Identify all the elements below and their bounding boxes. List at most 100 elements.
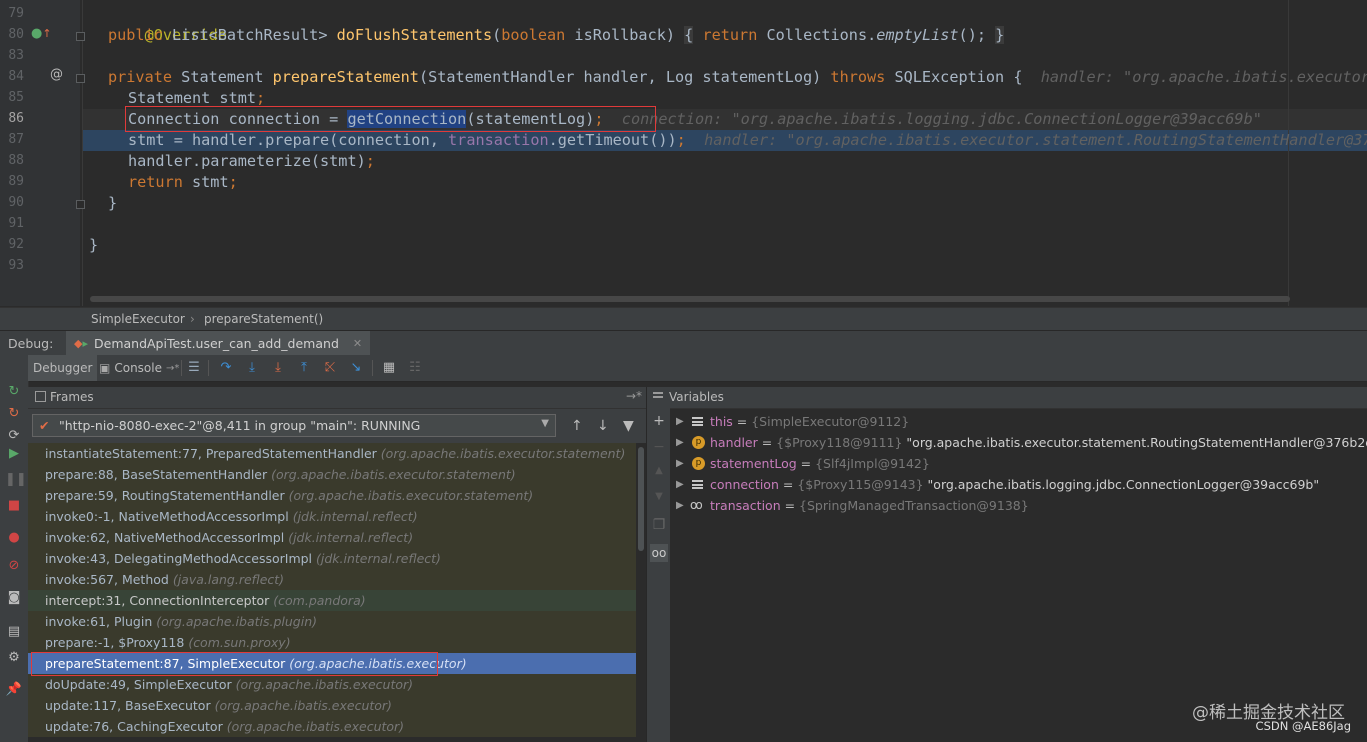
- frames-icon: [35, 391, 46, 402]
- step-out-icon[interactable]: ⤒: [295, 359, 313, 377]
- previous-frame-icon[interactable]: ↑: [571, 418, 583, 434]
- expand-arrow-icon[interactable]: ▶: [676, 474, 684, 495]
- frame-item[interactable]: prepare:59, RoutingStatementHandler (org…: [28, 485, 636, 506]
- pin-tab-icon[interactable]: →*: [626, 389, 642, 403]
- run-to-cursor-icon[interactable]: ↘: [347, 359, 365, 377]
- frame-item[interactable]: invoke0:-1, NativeMethodAccessorImpl (jd…: [28, 506, 636, 527]
- line-number: 92: [8, 237, 24, 252]
- debug-session-tab[interactable]: ◆▸ DemandApiTest.user_can_add_demand ✕: [66, 331, 371, 356]
- local-variable-icon: [692, 480, 703, 489]
- line-number: 90: [8, 195, 24, 210]
- resume-icon[interactable]: ▶: [5, 445, 23, 463]
- rerun-icon[interactable]: ↻: [5, 383, 23, 401]
- frame-item[interactable]: prepare:88, BaseStatementHandler (org.ap…: [28, 464, 636, 485]
- expand-arrow-icon[interactable]: ▶: [676, 495, 684, 516]
- frame-item[interactable]: update:76, CachingExecutor (org.apache.i…: [28, 716, 636, 737]
- line-number: 79: [8, 6, 24, 21]
- code-line-92: }: [89, 236, 99, 254]
- rerun-failed-icon[interactable]: ↻: [5, 405, 23, 423]
- code-line-89: return stmt;: [128, 173, 238, 191]
- line-number: 88: [8, 153, 24, 168]
- right-margin-guide: [1288, 0, 1289, 306]
- inline-debug-value: handler: "org.apache.ibatis.executor.sta…: [704, 131, 1367, 149]
- editor-horizontal-scrollbar[interactable]: [90, 296, 1290, 302]
- expand-arrow-icon[interactable]: ▶: [676, 411, 684, 432]
- variables-header: Variables: [647, 387, 1367, 409]
- close-icon[interactable]: ✕: [353, 337, 362, 350]
- force-step-into-icon[interactable]: ⤓: [269, 359, 287, 377]
- line-number: 80: [8, 27, 24, 42]
- gear-icon[interactable]: ⚙: [5, 649, 23, 667]
- line-number: 93: [8, 258, 24, 273]
- move-down-icon[interactable]: ▼: [650, 488, 668, 506]
- view-breakpoints-icon[interactable]: ●: [5, 529, 23, 547]
- line-number: 85: [8, 90, 24, 105]
- mute-breakpoints-icon[interactable]: ⊘: [5, 557, 23, 575]
- junit-icon: ◆▸: [74, 337, 88, 350]
- breadcrumb-method[interactable]: prepareStatement(): [204, 312, 323, 326]
- expand-arrow-icon[interactable]: ▶: [676, 432, 684, 453]
- tab-console[interactable]: ▣ Console →*: [94, 355, 184, 381]
- frame-item[interactable]: invoke:61, Plugin (org.apache.ibatis.plu…: [28, 611, 636, 632]
- variables-icon: [653, 392, 663, 398]
- move-up-icon[interactable]: ▲: [650, 462, 668, 480]
- checkmark-icon: ✔: [39, 418, 50, 433]
- frame-item[interactable]: doUpdate:49, SimpleExecutor (org.apache.…: [28, 674, 636, 695]
- remove-watch-icon[interactable]: −: [650, 438, 668, 456]
- code-line-80: public List<BatchResult> doFlushStatemen…: [108, 26, 1005, 44]
- frame-item[interactable]: update:117, BaseExecutor (org.apache.iba…: [28, 695, 636, 716]
- parameter-icon: p: [692, 457, 705, 470]
- debug-actions-strip: ↻ ↻ ⟳ ▶ ❚❚ ■ ● ⊘ ◙ ▤ ⚙ 📌: [0, 381, 29, 742]
- line-number: 89: [8, 174, 24, 189]
- thread-selector-row: ✔ "http-nio-8080-exec-2"@8,411 in group …: [28, 409, 646, 443]
- camera-icon[interactable]: ◙: [5, 589, 23, 607]
- frames-list[interactable]: instantiateStatement:77, PreparedStateme…: [28, 443, 636, 742]
- annotation-at-icon[interactable]: @: [50, 67, 63, 82]
- pause-icon[interactable]: ❚❚: [5, 471, 27, 489]
- inline-debug-value: handler: "org.apache.ibatis.executor.sta…: [1040, 68, 1367, 86]
- show-watches-icon[interactable]: oo: [650, 544, 668, 562]
- drop-frame-icon[interactable]: ⤪: [321, 359, 339, 377]
- pin-icon[interactable]: 📌: [5, 681, 23, 699]
- line-number: 84: [8, 69, 24, 84]
- code-line-87: stmt = handler.prepare(connection, trans…: [128, 130, 1367, 151]
- show-execution-point-icon[interactable]: ☰: [185, 359, 203, 377]
- tab-debugger[interactable]: Debugger: [28, 355, 98, 381]
- frame-item[interactable]: instantiateStatement:77, PreparedStateme…: [28, 443, 636, 464]
- layout-icon[interactable]: ▤: [5, 623, 23, 641]
- breadcrumb-class[interactable]: SimpleExecutor: [91, 312, 185, 326]
- variables-actions-strip: + − ▲ ▼ ❐ oo: [647, 408, 670, 742]
- frame-item[interactable]: invoke:567, Method (java.lang.reflect): [28, 569, 636, 590]
- step-over-icon[interactable]: ↷: [217, 359, 235, 377]
- frames-header: Frames →*: [28, 387, 646, 409]
- variables-tree[interactable]: ▶ this = {SimpleExecutor@9112} ▶ p handl…: [670, 410, 1367, 742]
- code-editor[interactable]: 79 80 83 84 85 86 87 88 89 90 91 92 93 ●…: [0, 0, 1367, 306]
- add-watch-icon[interactable]: +: [650, 412, 668, 430]
- expand-arrow-icon[interactable]: ▶: [676, 453, 684, 474]
- frames-vertical-scrollbar[interactable]: [636, 443, 646, 742]
- copy-icon[interactable]: ❐: [650, 516, 668, 534]
- evaluate-expression-icon[interactable]: ▦: [380, 359, 398, 377]
- next-frame-icon[interactable]: ↓: [597, 418, 609, 434]
- trace-stream-icon[interactable]: ☷: [406, 359, 424, 377]
- csdn-watermark: CSDN @AE86Jag: [1255, 719, 1351, 733]
- debugger-toolbar: Debugger ▣ Console →* ☰ ↷ ⤓ ⤓ ⤒ ⤪ ↘ ▦ ☷: [0, 355, 1367, 382]
- restore-layout-icon[interactable]: ⟳: [5, 427, 23, 445]
- fold-marker[interactable]: [76, 32, 85, 41]
- code-line-84: private Statement prepareStatement(State…: [108, 67, 1367, 88]
- thread-selector[interactable]: ✔ "http-nio-8080-exec-2"@8,411 in group …: [32, 414, 556, 437]
- breadcrumb: SimpleExecutor › prepareStatement(): [0, 307, 1367, 330]
- frame-item[interactable]: prepare:-1, $Proxy118 (com.sun.proxy): [28, 632, 636, 653]
- frame-item[interactable]: invoke:62, NativeMethodAccessorImpl (jdk…: [28, 527, 636, 548]
- stop-icon[interactable]: ■: [5, 497, 23, 515]
- inline-debug-value: connection: "org.apache.ibatis.logging.j…: [621, 110, 1262, 128]
- debug-session-bar: Debug: ◆▸ DemandApiTest.user_can_add_dem…: [0, 330, 1367, 356]
- line-number: 87: [8, 132, 24, 147]
- implements-method-icon[interactable]: ●↑: [31, 26, 52, 41]
- step-into-icon[interactable]: ⤓: [243, 359, 261, 377]
- fold-marker[interactable]: [76, 200, 85, 209]
- frame-item[interactable]: intercept:31, ConnectionInterceptor (com…: [28, 590, 636, 611]
- fold-marker[interactable]: [76, 74, 85, 83]
- filter-icon[interactable]: ▼: [623, 418, 634, 434]
- frame-item[interactable]: invoke:43, DelegatingMethodAccessorImpl …: [28, 548, 636, 569]
